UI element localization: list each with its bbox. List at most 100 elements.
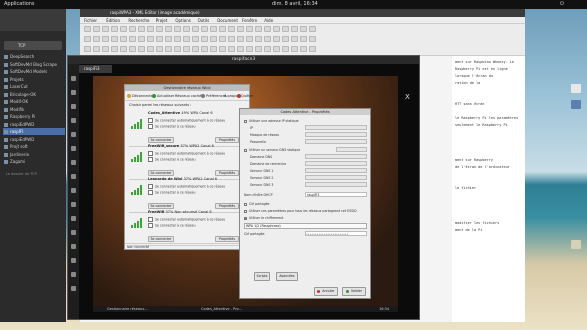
menu-item[interactable]: Projet bbox=[156, 18, 168, 23]
toolbar-button[interactable] bbox=[300, 46, 307, 52]
folder-item[interactable]: Bricolage-OK bbox=[3, 91, 65, 98]
toolbar-button[interactable] bbox=[156, 46, 163, 52]
close-icon[interactable]: X bbox=[405, 93, 410, 101]
folder-item[interactable]: SoftDevMd Blog Scrape bbox=[3, 61, 65, 68]
dhcp-hostname-field[interactable]: raspiFi3 bbox=[305, 192, 367, 197]
toolbar-button[interactable] bbox=[264, 36, 271, 42]
viewer-tool-icon[interactable] bbox=[71, 132, 76, 137]
viewer-tool-icon[interactable] bbox=[71, 216, 76, 221]
toolbar-button[interactable] bbox=[219, 46, 226, 52]
viewer-tool-icon[interactable] bbox=[71, 160, 76, 165]
task-props[interactable]: Codes_Attentive - Pro... bbox=[201, 306, 242, 312]
connect-button[interactable]: Se connecter bbox=[148, 236, 174, 242]
toolbar-button[interactable] bbox=[192, 36, 199, 42]
toolbar-button[interactable] bbox=[165, 26, 172, 32]
encryption-type-select[interactable]: WPA 1/2 (Passphrase) bbox=[244, 223, 367, 229]
folder-item[interactable]: Modifik bbox=[3, 106, 65, 113]
task-wicd[interactable]: Gestionnaire réseaux... bbox=[107, 306, 148, 312]
connect-button[interactable]: Se connecter bbox=[148, 170, 174, 176]
viewer-tool-icon[interactable] bbox=[71, 146, 76, 151]
viewer-tool-icon[interactable] bbox=[71, 202, 76, 207]
menu-item[interactable]: Fichier bbox=[84, 18, 97, 23]
toolbar-button[interactable] bbox=[120, 26, 127, 32]
clock[interactable]: dim. 8 avril, 16:34 bbox=[272, 1, 318, 8]
viewer-tool-icon[interactable] bbox=[71, 272, 76, 277]
activities-menu[interactable]: Applications bbox=[4, 1, 35, 8]
toolbar-button[interactable] bbox=[246, 36, 253, 42]
toolbar-button[interactable] bbox=[156, 36, 163, 42]
viewer-tool-icon[interactable] bbox=[71, 230, 76, 235]
toolbar-button[interactable] bbox=[264, 46, 271, 52]
path-bar[interactable]: TCP bbox=[4, 41, 62, 50]
connect-checkbox[interactable]: Se connecter à ce réseau bbox=[148, 157, 195, 162]
toolbar-button[interactable] bbox=[246, 26, 253, 32]
toolbar-button[interactable] bbox=[300, 26, 307, 32]
properties-button[interactable]: Propriétés bbox=[215, 236, 239, 242]
toolbar-button[interactable] bbox=[174, 26, 181, 32]
viewer-tool-icon[interactable] bbox=[71, 104, 76, 109]
auto-connect-checkbox[interactable]: Se connecter automatiquement à ce réseau bbox=[148, 217, 225, 222]
folder-item[interactable]: SoftDevMd Models bbox=[3, 68, 65, 75]
toolbar-button[interactable] bbox=[210, 26, 217, 32]
toolbar-button[interactable] bbox=[174, 46, 181, 52]
refresh-button[interactable]: Actualiser bbox=[157, 93, 174, 99]
toolbar-button[interactable] bbox=[174, 36, 181, 42]
desktop-file-icon[interactable] bbox=[571, 84, 581, 93]
toolbar-button[interactable] bbox=[273, 46, 280, 52]
connect-checkbox[interactable]: Se connecter à ce réseau bbox=[148, 223, 195, 228]
auto-connect-checkbox[interactable]: Se connecter automatiquement à ce réseau bbox=[148, 118, 225, 123]
toolbar-button[interactable] bbox=[282, 26, 289, 32]
gateway-field[interactable] bbox=[305, 139, 367, 144]
folder-item[interactable]: raspiEdPWD bbox=[3, 136, 65, 143]
menu-item[interactable]: Document bbox=[217, 18, 238, 23]
toolbar-button[interactable] bbox=[273, 26, 280, 32]
shared-key-field[interactable]: •••••••••••••••••••••••• bbox=[305, 231, 367, 236]
connect-checkbox[interactable]: Se connecter à ce réseau bbox=[148, 190, 195, 195]
toolbar-button[interactable] bbox=[255, 26, 262, 32]
toolbar-button[interactable] bbox=[309, 46, 316, 52]
folder-item[interactable]: Modif-OK bbox=[3, 98, 65, 105]
advanced-button[interactable]: Avancées bbox=[276, 272, 298, 281]
viewer-tool-icon[interactable] bbox=[71, 76, 76, 81]
toolbar-button[interactable] bbox=[129, 36, 136, 42]
cancel-button[interactable]: Annuler bbox=[314, 287, 338, 296]
toolbar-button[interactable] bbox=[111, 26, 118, 32]
folder-item[interactable]: Zagami bbox=[3, 158, 65, 165]
toolbar-button[interactable] bbox=[138, 36, 145, 42]
toolbar-button[interactable] bbox=[192, 26, 199, 32]
toolbar-button[interactable] bbox=[192, 46, 199, 52]
menu-item[interactable]: Outils bbox=[198, 18, 210, 23]
hidden-networks-button[interactable]: Réseaux cachés bbox=[175, 93, 203, 99]
viewer-tool-icon[interactable] bbox=[71, 90, 76, 95]
connect-checkbox[interactable]: Se connecter à ce réseau bbox=[148, 124, 195, 129]
toolbar-button[interactable] bbox=[291, 26, 298, 32]
toolbar-button[interactable] bbox=[291, 46, 298, 52]
global-dns-toggle[interactable] bbox=[336, 147, 367, 152]
viewer-tool-icon[interactable] bbox=[71, 118, 76, 123]
toolbar-button[interactable] bbox=[93, 46, 100, 52]
folder-item[interactable]: raspIFI bbox=[3, 128, 65, 135]
viewer-tool-icon[interactable] bbox=[71, 244, 76, 249]
toolbar-button[interactable] bbox=[165, 46, 172, 52]
toolbar-button[interactable] bbox=[156, 26, 163, 32]
folder-item[interactable]: raspiEdPWD bbox=[3, 121, 65, 128]
search-domain-field[interactable] bbox=[305, 161, 367, 166]
editor-document[interactable]: ment sur Raspbian Wheezy. Le Raspberry Pi… bbox=[452, 56, 525, 322]
toolbar-button[interactable] bbox=[201, 46, 208, 52]
toolbar-button[interactable] bbox=[120, 36, 127, 42]
quit-button[interactable]: Quitter bbox=[241, 93, 253, 99]
toolbar-button[interactable] bbox=[147, 36, 154, 42]
toolbar-button[interactable] bbox=[183, 46, 190, 52]
toolbar-button[interactable] bbox=[228, 26, 235, 32]
save-settings-checkbox[interactable]: Utiliser ces paramètres pour tous les ré… bbox=[244, 208, 368, 214]
menu-item[interactable]: Recherche bbox=[128, 18, 149, 23]
viewer-tool-icon[interactable] bbox=[71, 286, 76, 291]
toolbar-button[interactable] bbox=[201, 36, 208, 42]
toolbar-button[interactable] bbox=[210, 36, 217, 42]
toolbar-button[interactable] bbox=[228, 46, 235, 52]
viewer-tool-icon[interactable] bbox=[71, 258, 76, 263]
netmask-field[interactable] bbox=[305, 132, 367, 137]
viewer-tool-icon[interactable] bbox=[71, 188, 76, 193]
toolbar-button[interactable] bbox=[246, 46, 253, 52]
properties-button[interactable]: Propriétés bbox=[215, 137, 239, 143]
